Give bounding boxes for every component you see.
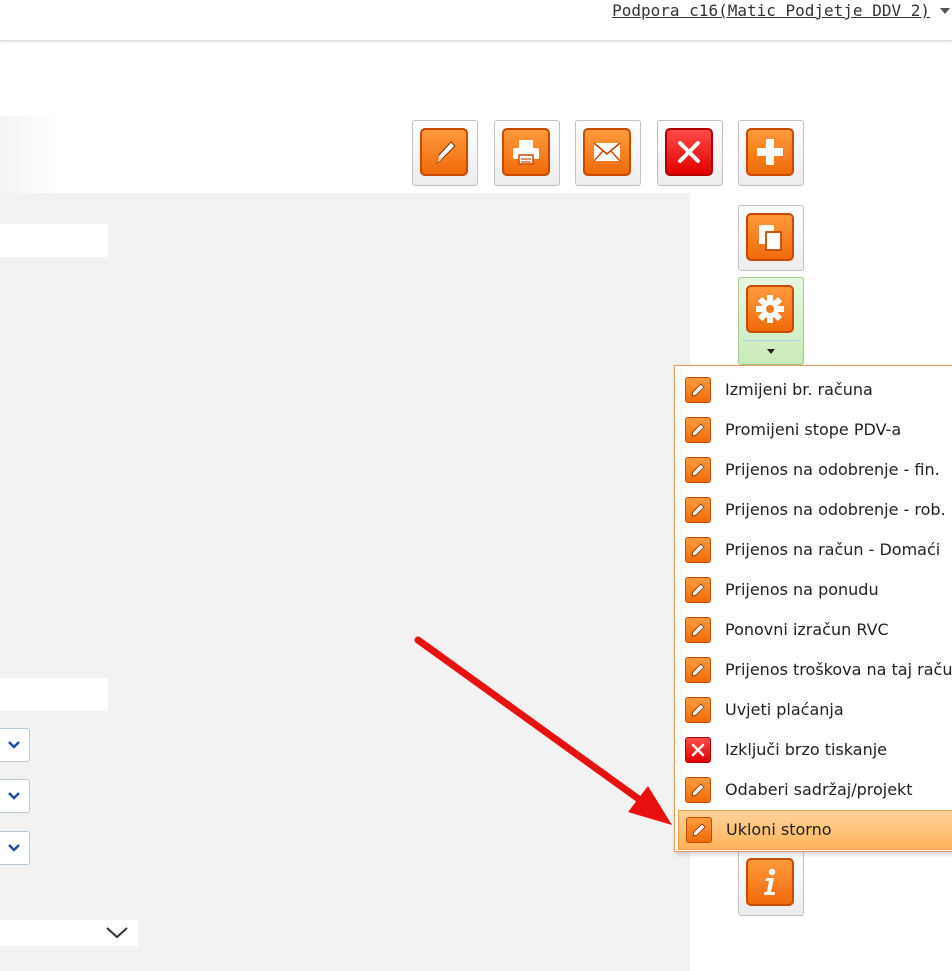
copy-icon [759,225,782,251]
menu-item-remove-storno[interactable]: Ukloni storno [678,810,952,850]
pencil-icon [436,141,456,165]
split-separator [743,340,799,341]
plus-icon [757,139,783,165]
pencil-icon [685,777,711,803]
menu-item-label: Ukloni storno [726,820,832,839]
info-button[interactable] [738,850,804,916]
add-button[interactable] [738,120,804,186]
menu-item-recalculate-rvc[interactable]: Ponovni izračun RVC [675,610,952,650]
edit-button[interactable] [412,120,478,186]
text-field[interactable] [0,678,108,711]
pencil-icon [685,457,711,483]
menu-item-label: Odaberi sadržaj/projekt [725,780,913,799]
settings-button[interactable] [738,277,804,365]
menu-item-label: Prijenos na ponudu [725,580,879,599]
caret-down-icon[interactable] [767,349,775,354]
copy-button[interactable] [738,205,804,271]
pencil-icon [685,577,711,603]
panel-header-fade [0,116,60,193]
menu-item-label: Prijenos na odobrenje - rob. [725,500,946,519]
pencil-icon [685,617,711,643]
pencil-icon [686,817,712,843]
select-dropdown-button[interactable] [0,728,30,762]
pencil-icon [685,657,711,683]
top-bar: Podpora c16(Matic Podjetje DDV 2) [0,0,952,41]
form-panel [0,193,690,971]
menu-item-transfer-credit-fin[interactable]: Prijenos na odobrenje - fin. [675,450,952,490]
close-icon [685,737,711,763]
pencil-icon [685,377,711,403]
pencil-icon [685,537,711,563]
pencil-icon [685,697,711,723]
menu-item-transfer-domestic-invoice[interactable]: Prijenos na račun - Domaći [675,530,952,570]
menu-item-transfer-credit-goods[interactable]: Prijenos na odobrenje - rob. [675,490,952,530]
chevron-down-icon [106,927,128,939]
menu-item-change-invoice-number[interactable]: Izmijeni br. računa [675,370,952,410]
menu-item-select-content-project[interactable]: Odaberi sadržaj/projekt [675,770,952,810]
select-dropdown-button[interactable] [0,779,30,813]
user-account-link[interactable]: Podpora c16(Matic Podjetje DDV 2) [612,0,930,22]
menu-item-disable-quick-print[interactable]: Izključi brzo tiskanje [675,730,952,770]
envelope-icon [593,142,621,162]
pencil-icon [685,417,711,443]
menu-item-transfer-to-quote[interactable]: Prijenos na ponudu [675,570,952,610]
pencil-icon [685,497,711,523]
chevron-down-icon[interactable] [940,8,950,14]
menu-item-label: Izmijeni br. računa [725,380,873,399]
menu-item-payment-terms[interactable]: Uvjeti plaćanja [675,690,952,730]
menu-item-label: Prijenos na račun - Domaći [725,540,941,559]
select-dropdown-button[interactable] [0,831,30,865]
settings-dropdown-menu: Izmijeni br. računa Promijeni stope PDV-… [674,365,952,852]
chevron-down-icon [8,792,20,800]
gear-icon [756,295,784,323]
menu-item-label: Promijeni stope PDV-a [725,420,902,439]
menu-item-label: Izključi brzo tiskanje [725,740,888,759]
menu-item-label: Prijenos na odobrenje - fin. [725,460,940,479]
menu-item-transfer-costs[interactable]: Prijenos troškova na taj raču [675,650,952,690]
menu-item-label: Prijenos troškova na taj raču [725,660,952,679]
print-button[interactable] [494,120,560,186]
info-icon [764,868,776,895]
menu-item-label: Ponovni izračun RVC [725,620,889,639]
text-field[interactable] [0,224,108,257]
chevron-down-icon [8,741,20,749]
email-button[interactable] [575,120,641,186]
printer-icon [513,140,539,165]
delete-button[interactable] [657,120,723,186]
dropdown-field[interactable] [0,920,138,946]
menu-item-change-vat-rates[interactable]: Promijeni stope PDV-a [675,410,952,450]
close-icon [678,141,700,163]
menu-item-label: Uvjeti plaćanja [725,700,844,719]
chevron-down-icon [8,844,20,852]
